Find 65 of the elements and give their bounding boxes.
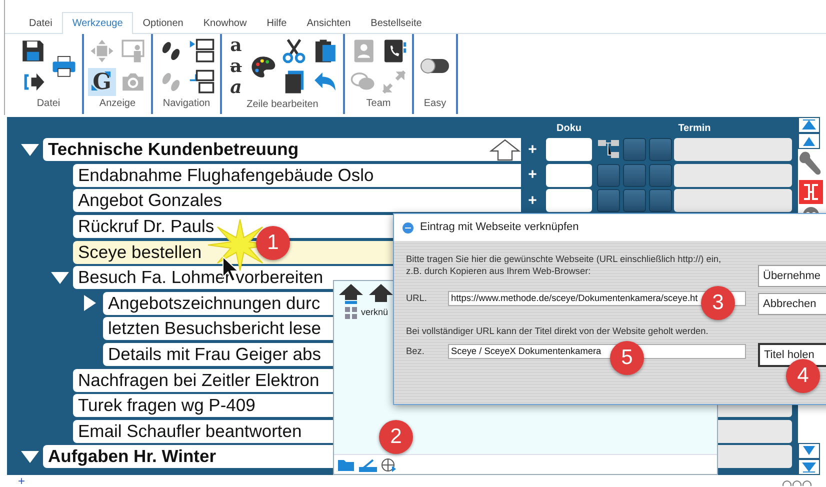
tree-row[interactable]: Technische Kundenbetreuung: [43, 138, 521, 162]
expanded-icon[interactable]: [50, 270, 70, 285]
date-field[interactable]: [674, 189, 792, 212]
ribbon-tab[interactable]: Datei: [19, 12, 62, 33]
dialog-button[interactable]: Abbrechen: [758, 293, 826, 315]
tree-item-text: Technische Kundenbetreuung: [48, 138, 299, 162]
scissors-icon[interactable]: [281, 38, 307, 64]
column-header: Termin: [677, 122, 712, 136]
field-label: Bez.: [406, 345, 424, 358]
up-icon[interactable]: [802, 135, 816, 147]
font-style-button[interactable]: a: [226, 36, 246, 55]
ribbon-tab[interactable]: Optionen: [132, 12, 194, 33]
date-button[interactable]: [649, 189, 672, 212]
add-label[interactable]: +: [521, 138, 544, 162]
ribbon-tab[interactable]: Werkzeuge: [62, 12, 133, 34]
down-icon[interactable]: [802, 445, 816, 457]
doku-field[interactable]: [546, 164, 592, 187]
network-icon[interactable]: [798, 179, 824, 205]
outline-icon[interactable]: [189, 38, 215, 64]
doku-field[interactable]: [546, 138, 592, 162]
add-label[interactable]: +: [521, 190, 544, 212]
add-label[interactable]: +: [521, 164, 544, 187]
first-icon[interactable]: [802, 119, 816, 131]
globe-icon[interactable]: [381, 458, 397, 472]
move-up-icon[interactable]: [338, 283, 364, 305]
expanded-icon[interactable]: [20, 450, 40, 464]
toggle-switch[interactable]: [420, 58, 450, 74]
group-label: Navigation: [162, 97, 210, 111]
field-label: URL.: [406, 292, 427, 305]
group-label: Easy: [424, 97, 446, 111]
printer-icon[interactable]: [51, 53, 77, 79]
ribbon-tab[interactable]: Hilfe: [256, 12, 297, 33]
outline-icon[interactable]: [189, 68, 215, 94]
add-label[interactable]: +: [18, 475, 26, 487]
group-label: Anzeige: [99, 97, 136, 111]
expanded-icon[interactable]: [20, 142, 40, 157]
date-field[interactable]: [674, 164, 792, 187]
palette-icon[interactable]: [250, 54, 276, 80]
folder-icon[interactable]: [337, 458, 355, 472]
group-label: Datei: [36, 97, 60, 111]
app-icon: [402, 222, 414, 234]
last-icon[interactable]: [802, 461, 816, 473]
group-label: Team: [366, 97, 391, 111]
ribbon-tab[interactable]: Knowhow: [193, 12, 257, 33]
save-icon[interactable]: [20, 38, 46, 64]
doku-field[interactable]: [546, 189, 592, 212]
tree-item[interactable]: Angebot Gonzales: [73, 189, 521, 212]
link-icon: [344, 306, 358, 320]
ribbon-tab[interactable]: Bestellseite: [360, 12, 432, 33]
date-button[interactable]: [623, 189, 646, 212]
column-header: Doku: [556, 122, 582, 136]
up-arrow-icon[interactable]: [489, 138, 521, 161]
collapsed-icon[interactable]: [83, 294, 97, 312]
up-arrow-icon[interactable]: [368, 283, 394, 305]
fetch-title-button[interactable]: Titel holen: [758, 343, 826, 367]
font-style-button[interactable]: a: [226, 57, 246, 76]
font-style-button[interactable]: a: [226, 78, 246, 97]
date-button[interactable]: [597, 189, 620, 212]
tree-item[interactable]: Endabnahme Flughafengebäude Oslo: [73, 164, 521, 187]
zoom-button[interactable]: G: [88, 68, 116, 96]
scanner-icon[interactable]: [359, 458, 377, 472]
group-label: Zeile bearbeiten: [246, 98, 318, 112]
dialog-button[interactable]: Übernehme: [758, 265, 826, 287]
date-field[interactable]: [674, 138, 792, 162]
ribbon-tab[interactable]: Ansichten: [296, 12, 361, 33]
